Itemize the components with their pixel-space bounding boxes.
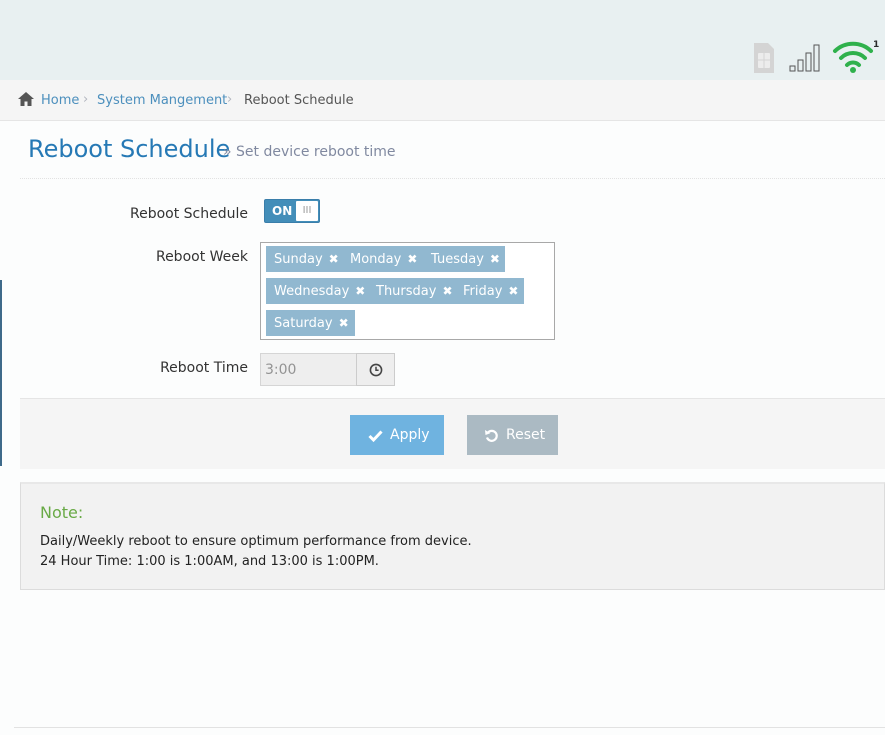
footer-divider	[14, 727, 885, 728]
form-actions: Apply Reset	[20, 398, 885, 469]
page-subtitle-text: Set device reboot time	[236, 144, 396, 160]
toggle-on-text: ON	[272, 204, 293, 218]
left-accent-bar	[0, 280, 2, 466]
reboot-schedule-label: Reboot Schedule	[129, 206, 248, 222]
wifi-client-count: 1	[873, 40, 880, 50]
reboot-week-label: Reboot Week	[155, 249, 248, 265]
remove-tag-icon[interactable]: ✖	[407, 246, 417, 272]
double-chevron-icon: »	[223, 144, 237, 160]
apply-button[interactable]: Apply	[350, 415, 444, 455]
breadcrumb-home-link[interactable]: Home	[41, 93, 79, 108]
breadcrumb-system-management-link[interactable]: System Mangement	[97, 93, 227, 108]
day-tag-friday: Friday ✖	[455, 278, 525, 304]
toggle-knob: III	[296, 201, 318, 221]
check-icon	[368, 430, 383, 443]
remove-tag-icon[interactable]: ✖	[339, 310, 349, 336]
remove-tag-icon[interactable]: ✖	[442, 278, 452, 304]
top-status-bar: 1	[0, 0, 885, 80]
breadcrumb-current: Reboot Schedule	[244, 93, 354, 108]
reboot-week-tag-input[interactable]: Sunday ✖ Monday ✖ Tuesday ✖ Wednesday ✖ Thur…	[260, 242, 555, 340]
page-header: Reboot Schedule » Set device reboot time	[20, 122, 885, 179]
time-picker-button[interactable]	[356, 353, 395, 386]
breadcrumb-separator: ›	[227, 92, 233, 107]
cellular-signal-icon	[789, 44, 820, 72]
day-tag-wednesday: Wednesday ✖	[266, 278, 374, 304]
day-tag-tuesday: Tuesday ✖	[423, 246, 505, 272]
note-line-1: Daily/Weekly reboot to ensure optimum pe…	[40, 534, 472, 549]
sim-card-icon	[754, 43, 774, 73]
day-tag-monday: Monday ✖	[342, 246, 426, 272]
breadcrumb: Home › System Mangement › Reboot Schedul…	[0, 80, 885, 121]
reboot-time-input[interactable]	[260, 353, 357, 386]
note-title: Note:	[40, 503, 84, 522]
note-line-2: 24 Hour Time: 1:00 is 1:00AM, and 13:00 …	[40, 554, 379, 569]
day-tag-sunday: Sunday ✖	[266, 246, 347, 272]
remove-tag-icon[interactable]: ✖	[508, 278, 518, 304]
remove-tag-icon[interactable]: ✖	[490, 246, 500, 272]
home-icon[interactable]	[17, 91, 35, 107]
reboot-schedule-toggle[interactable]: ON III	[264, 199, 320, 223]
apply-button-label: Apply	[390, 427, 430, 443]
day-tag-saturday: Saturday ✖	[266, 310, 355, 336]
clock-icon	[369, 363, 383, 377]
wifi-icon	[833, 41, 873, 73]
remove-tag-icon[interactable]: ✖	[329, 246, 339, 272]
remove-tag-icon[interactable]: ✖	[355, 278, 365, 304]
reset-button-label: Reset	[506, 427, 546, 443]
page-title: Reboot Schedule	[28, 135, 231, 163]
page-subtitle: » Set device reboot time	[223, 144, 396, 160]
day-tag-thursday: Thursday ✖	[368, 278, 461, 304]
breadcrumb-separator: ›	[83, 92, 89, 107]
reboot-time-label: Reboot Time	[160, 360, 248, 376]
reset-button[interactable]: Reset	[467, 415, 558, 455]
note-box: Note: Daily/Weekly reboot to ensure opti…	[20, 482, 885, 590]
undo-icon	[485, 429, 498, 442]
